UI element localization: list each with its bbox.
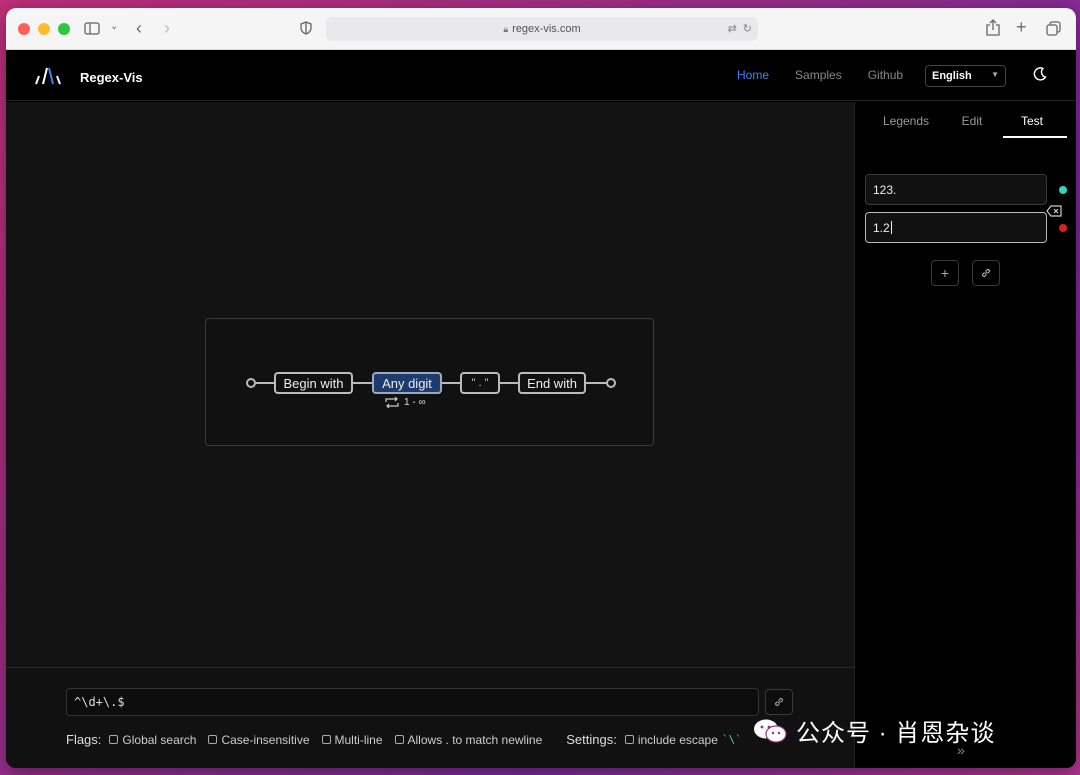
connector: [256, 382, 274, 384]
flag-label: Case-insensitive: [221, 732, 310, 747]
checkbox[interactable]: [394, 735, 404, 744]
connector: [586, 382, 606, 384]
share-tests-button[interactable]: [972, 260, 1000, 286]
tab-legends[interactable]: Legends: [855, 114, 957, 140]
nav-github[interactable]: Github: [868, 68, 903, 82]
quantifier-badge: 1 - ∞: [384, 397, 426, 408]
url-actions: ⇄ ↻: [728, 22, 752, 35]
window-controls: [18, 23, 70, 35]
flag-label: Global search: [122, 732, 197, 747]
zoom-window-button[interactable]: [58, 23, 70, 35]
flag-label: Multi-line: [334, 732, 383, 747]
setting-label: include escape: [637, 732, 718, 747]
repeat-icon: [385, 397, 399, 408]
translate-icon[interactable]: ⇄: [728, 22, 737, 35]
quantifier-text: 1 - ∞: [404, 397, 426, 408]
test-case-input[interactable]: 123.: [865, 174, 1047, 205]
flag-dotall[interactable]: Allows . to match newline: [394, 732, 543, 747]
flag-multi-line[interactable]: Multi-line: [321, 732, 383, 747]
node-label: End with: [527, 375, 577, 391]
graph-canvas[interactable]: Begin with Any digit 1 - ∞ " . " End wit…: [6, 102, 854, 768]
regex-editor-bar: Flags: Global search Case-insensitive Mu…: [6, 667, 854, 768]
share-icon[interactable]: [986, 19, 1000, 36]
minimize-window-button[interactable]: [38, 23, 50, 35]
tab-edit[interactable]: Edit: [957, 114, 987, 140]
setting-include-escape[interactable]: include escape `\`: [624, 732, 742, 747]
dark-mode-icon[interactable]: [1032, 66, 1048, 82]
link-icon: [981, 268, 991, 278]
flag-label: Allows . to match newline: [407, 732, 543, 747]
nav-home[interactable]: Home: [737, 68, 769, 82]
node-label: Begin with: [283, 375, 344, 391]
wechat-logo-icon: [754, 719, 787, 743]
checkbox[interactable]: [109, 735, 119, 744]
clear-icon[interactable]: [1046, 205, 1062, 217]
app-title[interactable]: Regex-Vis: [80, 70, 143, 85]
chevron-down-icon[interactable]: ⌄: [110, 21, 118, 32]
close-window-button[interactable]: [18, 23, 30, 35]
connector: [442, 382, 460, 384]
sidebar-toggle-icon[interactable]: [84, 22, 100, 35]
lock-icon: 🔒︎: [503, 23, 509, 34]
no-match-indicator: [1059, 224, 1067, 232]
browser-window: ⌄ ‹ › 🔒︎ regex-vis.com ⇄ ↻ + Regex-Vis H…: [6, 8, 1076, 768]
language-select[interactable]: English ▼: [925, 65, 1006, 87]
test-value: 1.2: [873, 220, 890, 235]
flags-label: Flags:: [66, 732, 102, 747]
regex-diagram: Begin with Any digit 1 - ∞ " . " End wit…: [205, 318, 654, 446]
node-dot-literal[interactable]: " . ": [460, 372, 500, 394]
double-chevron-icon[interactable]: »: [957, 742, 965, 758]
new-tab-icon[interactable]: +: [1016, 17, 1027, 38]
regex-input[interactable]: [66, 688, 759, 716]
connector: [500, 382, 518, 384]
copy-link-button[interactable]: [765, 689, 793, 715]
language-value: English: [932, 70, 972, 82]
reload-icon[interactable]: ↻: [743, 22, 752, 35]
address-bar[interactable]: 🔒︎ regex-vis.com ⇄ ↻: [326, 17, 758, 41]
back-icon[interactable]: ‹: [136, 18, 142, 39]
checkbox[interactable]: [208, 735, 218, 744]
test-value: 123.: [873, 182, 897, 197]
node-label: " . ": [471, 377, 489, 389]
connector: [353, 382, 372, 384]
flags-row: Flags: Global search Case-insensitive Mu…: [66, 732, 754, 747]
regex-vis-logo[interactable]: [34, 66, 62, 86]
node-label: Any digit: [382, 375, 432, 391]
plus-icon: +: [940, 265, 950, 281]
end-point: [606, 378, 616, 388]
nav-samples[interactable]: Samples: [795, 68, 842, 82]
node-any-digit[interactable]: Any digit: [372, 372, 442, 394]
node-end-with[interactable]: End with: [518, 372, 586, 394]
node-begin-with[interactable]: Begin with: [274, 372, 353, 394]
checkbox[interactable]: [321, 735, 331, 744]
test-case-input[interactable]: 1.2: [865, 212, 1047, 243]
start-point: [246, 378, 256, 388]
browser-toolbar: ⌄ ‹ › 🔒︎ regex-vis.com ⇄ ↻ +: [6, 8, 1076, 50]
flag-global-search[interactable]: Global search: [109, 733, 196, 747]
watermark-text: 公众号 · 肖恩杂谈: [796, 720, 996, 747]
chevron-down-icon: ▼: [991, 70, 999, 79]
flag-case-insensitive[interactable]: Case-insensitive: [208, 732, 310, 747]
url-text: regex-vis.com: [512, 23, 581, 35]
side-panel: Legends Edit Test 123. 1.2 +: [854, 102, 1076, 768]
settings-label: Settings:: [566, 732, 617, 747]
checkbox[interactable]: [624, 735, 634, 744]
link-icon: [774, 697, 784, 707]
tab-overview-icon[interactable]: [1046, 21, 1061, 36]
text-cursor: [890, 221, 892, 234]
escape-code: `\`: [721, 733, 742, 746]
shield-icon[interactable]: [300, 21, 312, 35]
add-test-button[interactable]: +: [931, 260, 959, 286]
forward-icon[interactable]: ›: [164, 18, 170, 39]
active-tab-indicator: [1003, 136, 1067, 138]
match-indicator: [1059, 186, 1067, 194]
main-nav: Home Samples Github: [737, 68, 903, 82]
app-header: Regex-Vis Home Samples Github English ▼: [6, 50, 1076, 101]
